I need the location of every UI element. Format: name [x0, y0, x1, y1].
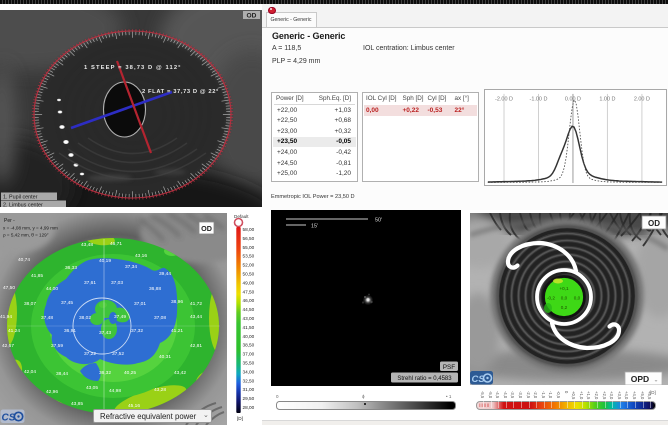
svg-text:35,50: 35,50 — [243, 361, 255, 366]
svg-text:36,88: 36,88 — [149, 286, 161, 292]
svg-text:47,50: 47,50 — [243, 289, 255, 294]
svg-text:58,00: 58,00 — [243, 227, 255, 232]
svg-text:50': 50' — [375, 218, 382, 224]
svg-text:44,50: 44,50 — [243, 307, 255, 312]
svg-text:2 FLAT = 37,73 D @ 22°: 2 FLAT = 37,73 D @ 22° — [142, 89, 219, 95]
svg-text:+0,1: +0,1 — [559, 286, 569, 291]
svg-text:OD: OD — [648, 219, 660, 228]
svg-text:-1.00 D: -1.00 D — [530, 96, 548, 102]
svg-text:41,50: 41,50 — [243, 325, 255, 330]
svg-text:38,50: 38,50 — [243, 343, 255, 348]
svg-text:42,04: 42,04 — [24, 369, 36, 375]
svg-text:53,50: 53,50 — [243, 254, 255, 259]
svg-text:43,48: 43,48 — [81, 242, 93, 248]
svg-text:43,28: 43,28 — [154, 387, 166, 393]
svg-text:0,0: 0,0 — [574, 296, 581, 301]
svg-text:0,0: 0,0 — [561, 296, 568, 301]
svg-text:37,59: 37,59 — [51, 343, 63, 349]
svg-text:46,00: 46,00 — [243, 298, 255, 303]
svg-text:41,94: 41,94 — [0, 314, 12, 320]
svg-text:43,16: 43,16 — [135, 253, 147, 259]
svg-text:41,85: 41,85 — [31, 273, 43, 279]
svg-text:50,50: 50,50 — [243, 272, 255, 277]
svg-text:28,00: 28,00 — [243, 405, 255, 410]
svg-text:37,49: 37,49 — [114, 314, 126, 320]
svg-text:38,02: 38,02 — [79, 315, 91, 321]
svg-text:Strehl ratio = 0,4583: Strehl ratio = 0,4583 — [397, 376, 452, 382]
svg-text:43,42: 43,42 — [174, 370, 186, 376]
svg-text:36,91: 36,91 — [64, 328, 76, 334]
svg-text:39,44: 39,44 — [159, 271, 171, 277]
svg-text:37,61: 37,61 — [84, 280, 96, 286]
svg-text:43,00: 43,00 — [243, 316, 255, 321]
svg-text:37,32: 37,32 — [131, 328, 143, 334]
svg-text:37,48: 37,48 — [41, 315, 53, 321]
svg-text:31,00: 31,00 — [243, 387, 255, 392]
svg-text:38,96: 38,96 — [171, 299, 183, 305]
svg-text:41,21: 41,21 — [171, 328, 183, 334]
svg-text:37,00: 37,00 — [243, 352, 255, 357]
svg-text:PSF: PSF — [443, 364, 456, 371]
svg-text:ρ = 5,42 mm, θ = 129°: ρ = 5,42 mm, θ = 129° — [3, 233, 49, 238]
svg-text:37,45: 37,45 — [61, 300, 73, 306]
svg-text:41,72: 41,72 — [190, 301, 202, 307]
svg-text:41,24: 41,24 — [8, 328, 20, 334]
svg-text:43,44: 43,44 — [190, 314, 202, 320]
svg-text:43,05: 43,05 — [86, 385, 98, 391]
svg-text:40,00: 40,00 — [243, 334, 255, 339]
svg-text:40,74: 40,74 — [18, 257, 30, 263]
svg-text:40,31: 40,31 — [159, 354, 171, 360]
svg-text:OD: OD — [247, 12, 257, 19]
svg-text:56,50: 56,50 — [243, 236, 255, 241]
svg-text:37,34: 37,34 — [125, 264, 137, 270]
svg-text:52,00: 52,00 — [243, 263, 255, 268]
svg-text:37,03: 37,03 — [111, 280, 123, 286]
svg-text:1.00 D: 1.00 D — [599, 96, 615, 102]
svg-text:37,01: 37,01 — [134, 301, 146, 307]
svg-text:32,50: 32,50 — [243, 378, 255, 383]
svg-text:-0,2: -0,2 — [547, 296, 555, 301]
svg-text:44,98: 44,98 — [109, 388, 121, 394]
svg-text:42,81: 42,81 — [190, 343, 202, 349]
svg-text:34,00: 34,00 — [243, 369, 255, 374]
svg-text:29,50: 29,50 — [243, 396, 255, 401]
svg-text:x = -4,08 mm, y = 4,99 mm: x = -4,08 mm, y = 4,99 mm — [3, 226, 58, 231]
svg-text:40,19: 40,19 — [99, 258, 111, 264]
svg-text:36,33: 36,33 — [65, 265, 77, 271]
svg-text:40,25: 40,25 — [124, 370, 136, 376]
svg-text:42,96: 42,96 — [46, 389, 58, 395]
svg-text:36,32: 36,32 — [99, 370, 111, 376]
svg-text:⌄: ⌄ — [653, 378, 658, 384]
svg-text:38,07: 38,07 — [24, 301, 36, 307]
svg-text:44,00: 44,00 — [46, 286, 58, 292]
svg-text:37,43: 37,43 — [99, 330, 111, 336]
svg-text:[D]: [D] — [237, 416, 243, 421]
svg-text:15': 15' — [311, 224, 318, 230]
svg-text:42,67: 42,67 — [2, 343, 14, 349]
svg-text:37,22: 37,22 — [84, 351, 96, 357]
svg-text:OPD: OPD — [631, 374, 649, 384]
svg-text:CS: CS — [2, 413, 16, 424]
svg-text:49,00: 49,00 — [243, 280, 255, 285]
svg-text:2. Limbus center: 2. Limbus center — [3, 203, 43, 208]
svg-text:37,08: 37,08 — [154, 315, 166, 321]
svg-text:55,00: 55,00 — [243, 245, 255, 250]
svg-text:2.00 D: 2.00 D — [634, 96, 650, 102]
svg-text:0.00 D: 0.00 D — [565, 96, 581, 102]
svg-text:Per -: Per - — [4, 218, 15, 224]
svg-text:47,50: 47,50 — [3, 285, 15, 291]
svg-text:-2.00 D: -2.00 D — [495, 96, 513, 102]
svg-text:OD: OD — [201, 224, 212, 233]
svg-text:1 STEEP = 38,73 D @ 112°: 1 STEEP = 38,73 D @ 112° — [84, 65, 182, 71]
svg-text:37,52: 37,52 — [112, 351, 124, 357]
svg-text:46,71: 46,71 — [110, 241, 122, 247]
svg-text:38,44: 38,44 — [56, 371, 68, 377]
svg-text:1. Pupil center: 1. Pupil center — [3, 195, 38, 201]
svg-text:43,85: 43,85 — [71, 401, 83, 407]
svg-text:0,2: 0,2 — [561, 305, 568, 310]
